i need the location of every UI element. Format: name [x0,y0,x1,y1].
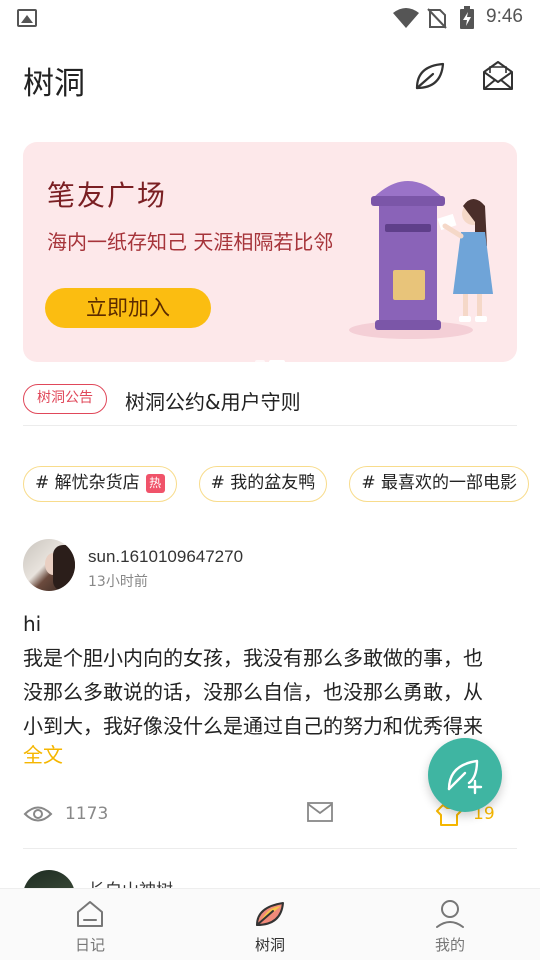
join-now-button[interactable]: 立即加入 [45,288,211,328]
home-icon [77,901,103,927]
topic-label: # 解忧杂货店 [35,473,140,493]
post-username[interactable]: sun.1610109647270 [88,547,243,567]
leaf-icon [256,902,284,926]
leaf-icon [415,62,445,90]
topic-label: # 最喜欢的一部电影 [361,473,517,493]
carousel-indicator [255,349,289,362]
post-line: 小到大，我好像没什么是通过自己的努力和优秀得来 [23,714,483,738]
divider [23,848,517,849]
post-body[interactable]: hi 我是个胆小内向的女孩，我没有那么多敢做的事，也 没那么多敢说的话，没那么自… [23,607,517,743]
leaf-plus-icon [447,759,483,795]
image-icon [17,9,37,27]
avatar[interactable] [23,539,75,591]
nav-label: 我的 [434,936,465,954]
banner-subtitle: 海内一纸存知己 天涯相隔若比邻 [47,230,334,254]
mail-icon [483,61,513,90]
post-time: 13小时前 [88,574,148,590]
nav-item-me[interactable]: 我的 [405,889,495,960]
status-time: 9:46 [486,6,523,27]
topic-chip-movie[interactable]: # 最喜欢的一部电影 [349,466,529,502]
topic-label: # 我的盆友鸭 [210,473,316,493]
banner-title: 笔友广场 [47,179,168,212]
mailbox-button[interactable] [480,58,516,94]
status-bar: 9:46 [0,0,540,36]
pen-pal-banner[interactable]: 笔友广场 海内一纸存知己 天涯相隔若比邻 立即加入 [23,142,517,362]
topic-chip-jieyou[interactable]: # 解忧杂货店热 [23,466,177,502]
read-more-link[interactable]: 全文 [23,739,63,768]
leaf-button[interactable] [411,58,447,94]
new-post-button[interactable] [428,738,502,812]
wifi-icon [393,8,419,28]
post-line: hi [23,612,42,636]
page-title: 树洞 [23,66,85,102]
announcement-text[interactable]: 树洞公约&用户守则 [125,386,301,415]
hot-badge: 热 [145,474,165,493]
announcement-tag: 树洞公告 [23,384,107,414]
topic-chip-pengyou[interactable]: # 我的盆友鸭 [198,466,328,502]
announcement-row[interactable]: 树洞公告 树洞公约&用户守则 [23,384,517,426]
eye-icon [23,806,53,822]
post-line: 我是个胆小内向的女孩，我没有那么多敢做的事，也 [23,646,483,670]
no-sim-icon [427,8,447,29]
bottom-nav: 日记 树洞 我的 [0,888,540,960]
avatar-hair [53,545,75,591]
nav-label: 树洞 [254,936,285,954]
carousel-dot-active [269,360,285,362]
mailbox-girl-illustration [349,181,493,339]
post-line: 没那么多敢说的话，没那么自信，也没那么勇敢，从 [23,680,483,704]
header: 树洞 [0,52,540,108]
nav-item-diary[interactable]: 日记 [45,889,135,960]
carousel-dot [255,360,265,362]
nav-item-treehole[interactable]: 树洞 [225,889,315,960]
topic-chips: # 解忧杂货店热 # 我的盆友鸭 # 最喜欢的一部电影 [23,466,540,502]
view-count: 1173 [65,804,109,824]
nav-label: 日记 [74,936,105,954]
battery-charging-icon [460,6,474,29]
user-icon [436,900,464,928]
envelope-icon[interactable] [307,801,333,823]
